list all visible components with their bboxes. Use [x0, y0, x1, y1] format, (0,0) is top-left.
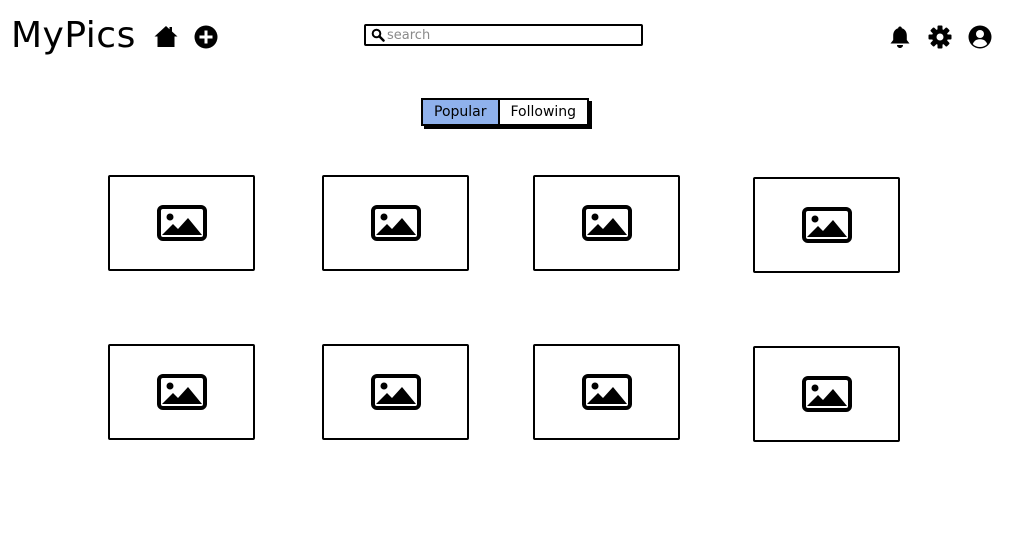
user-circle-icon[interactable]: [967, 24, 993, 50]
search-input[interactable]: [387, 27, 627, 43]
photo-card[interactable]: [533, 175, 680, 271]
gear-icon[interactable]: [927, 24, 953, 50]
search-icon: [371, 28, 385, 42]
photo-card[interactable]: [753, 177, 900, 273]
image-icon: [581, 374, 632, 410]
photo-card[interactable]: [322, 344, 469, 440]
image-icon: [581, 205, 632, 241]
image-icon: [370, 374, 421, 410]
app-title[interactable]: MyPics: [11, 14, 136, 58]
photo-card[interactable]: [108, 344, 255, 440]
image-icon: [370, 205, 421, 241]
bell-icon[interactable]: [887, 24, 913, 50]
image-icon: [801, 376, 852, 412]
photo-card[interactable]: [108, 175, 255, 271]
home-icon[interactable]: [153, 24, 179, 50]
plus-circle-icon[interactable]: [193, 24, 219, 50]
photo-grid: [0, 0, 1012, 533]
tab-popular[interactable]: Popular: [423, 100, 500, 124]
image-icon: [156, 205, 207, 241]
photo-card[interactable]: [322, 175, 469, 271]
feed-tabs: Popular Following: [421, 98, 590, 126]
search-box[interactable]: [364, 24, 643, 46]
photo-card[interactable]: [533, 344, 680, 440]
tab-following[interactable]: Following: [500, 100, 588, 124]
photo-card[interactable]: [753, 346, 900, 442]
image-icon: [156, 374, 207, 410]
image-icon: [801, 207, 852, 243]
